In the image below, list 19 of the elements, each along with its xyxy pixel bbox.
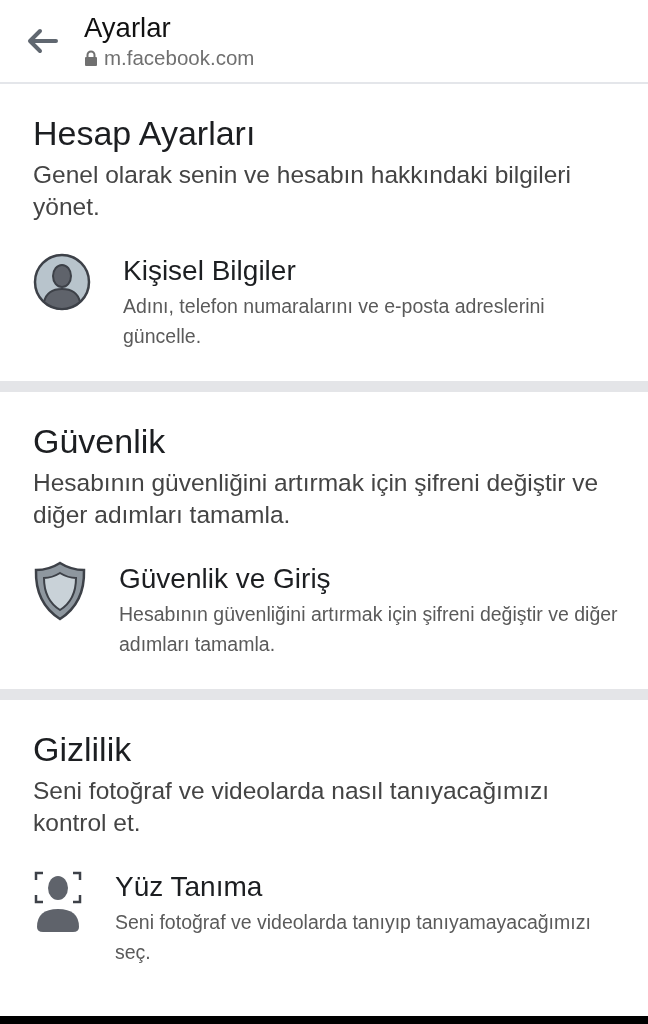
setting-description: Seni fotoğraf ve videolarda tanıyıp tanıyamayacağımızı seç.: [115, 910, 592, 965]
setting-description: Hesabının güvenliğini artırmak için şifreni değiştir ve diğer adımları tamamla.: [119, 602, 619, 657]
lock-icon: [84, 50, 98, 66]
shield-icon: [33, 561, 87, 621]
section-title: Gizlilik: [33, 730, 133, 769]
face-recognition-icon: [33, 869, 83, 933]
section-title: Güvenlik: [33, 422, 167, 461]
section-description: Seni fotoğraf ve videolarda nasıl tanıyacağımızı kontrol et.: [33, 776, 551, 838]
section-title: Hesap Ayarları: [33, 114, 257, 153]
section-description: Hesabının güvenliğini artırmak için şifreni değiştir ve diğer adımları tamamla.: [33, 468, 600, 530]
back-arrow-icon[interactable]: [26, 28, 58, 54]
page-title: Ayarlar: [84, 12, 172, 44]
url-text: m.facebook.com: [104, 46, 255, 70]
setting-link[interactable]: Yüz Tanıma: [115, 871, 626, 903]
section-description: Genel olarak senin ve hesabın hakkındaki bilgileri yönet.: [33, 160, 572, 222]
setting-link[interactable]: Güvenlik ve Giriş: [119, 563, 626, 595]
setting-description: Adını, telefon numaralarını ve e-posta adreslerini güncelle.: [123, 294, 546, 349]
setting-link[interactable]: Kişisel Bilgiler: [123, 255, 626, 287]
person-icon: [33, 253, 91, 311]
